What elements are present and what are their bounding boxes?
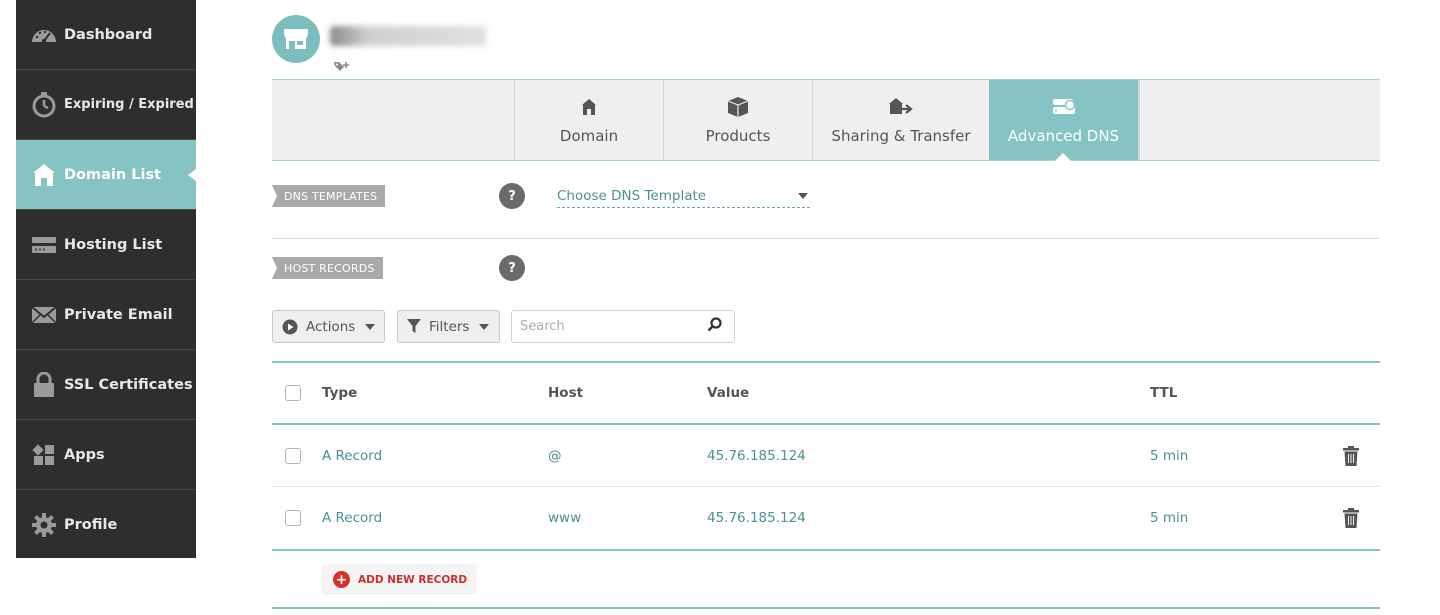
search-icon[interactable] (707, 317, 722, 336)
host-records-label: HOST RECORDS (272, 257, 383, 279)
tab-advanced-dns[interactable]: Advanced DNS (989, 80, 1138, 161)
section-divider (272, 238, 1380, 239)
tab-products[interactable]: Products (663, 80, 812, 160)
sidebar-item-profile[interactable]: Profile (16, 490, 196, 560)
actions-label: Actions (306, 318, 356, 335)
tag-add-icon[interactable] (333, 58, 351, 77)
tab-label: Sharing & Transfer (831, 127, 971, 145)
share-transfer-icon (888, 95, 914, 119)
dns-templates-label: DNS TEMPLATES (272, 185, 386, 207)
sidebar-item-label: SSL Certificates (64, 376, 193, 393)
sidebar-item-private-email[interactable]: Private Email (16, 280, 196, 350)
domain-name-redacted (330, 26, 486, 46)
host-records-help-icon[interactable]: ? (499, 255, 525, 281)
chevron-down-icon (798, 193, 808, 199)
plus-circle-icon: + (333, 571, 350, 588)
dns-template-value: Choose DNS Template (557, 188, 707, 204)
row-checkbox[interactable] (285, 510, 301, 526)
home-icon (30, 161, 58, 189)
dns-template-select[interactable]: Choose DNS Template (557, 185, 810, 208)
sidebar-item-label: Domain List (64, 166, 162, 183)
filters-label: Filters (429, 318, 470, 335)
table-footer-border (272, 607, 1380, 609)
chevron-down-icon (479, 323, 490, 330)
sidebar-item-label: Profile (64, 517, 118, 533)
filters-button[interactable]: Filters (397, 310, 500, 343)
tab-label: Products (705, 127, 771, 145)
add-new-record-button[interactable]: + ADD NEW RECORD (322, 564, 478, 595)
record-host[interactable]: www (548, 510, 581, 526)
host-records-table: Type Host Value TTL A Record @ 45.76.185… (272, 361, 1380, 609)
sidebar-item-label: Hosting List (64, 236, 163, 253)
sidebar-item-label: Expiring / Expired (64, 97, 194, 112)
sidebar-item-apps[interactable]: Apps (16, 420, 196, 490)
trash-icon[interactable] (1343, 445, 1359, 466)
table-row[interactable]: A Record www 45.76.185.124 5 min (272, 487, 1380, 549)
record-ttl[interactable]: 5 min (1150, 448, 1188, 464)
gear-icon (30, 511, 58, 539)
lock-icon (30, 371, 58, 399)
record-type[interactable]: A Record (322, 510, 382, 526)
sidebar-item-hosting-list[interactable]: Hosting List (16, 210, 196, 280)
envelope-icon (30, 301, 58, 329)
sidebar-item-label: Dashboard (64, 26, 153, 43)
trash-icon[interactable] (1343, 508, 1359, 528)
table-header-row: Type Host Value TTL (272, 363, 1380, 423)
tab-label: Domain (559, 127, 619, 145)
search-box (511, 310, 735, 343)
record-value[interactable]: 45.76.185.124 (707, 448, 806, 464)
tab-divider (1138, 80, 1140, 160)
search-input[interactable] (520, 319, 690, 334)
box-icon (727, 95, 749, 119)
table-row[interactable]: A Record @ 45.76.185.124 5 min (272, 425, 1380, 487)
filter-icon (407, 319, 421, 334)
sidebar-item-dashboard[interactable]: Dashboard (16, 0, 196, 70)
tab-domain[interactable]: Domain (514, 80, 663, 160)
record-type[interactable]: A Record (322, 448, 382, 464)
store-icon (272, 15, 320, 63)
stopwatch-icon (30, 91, 58, 119)
record-value[interactable]: 45.76.185.124 (707, 510, 806, 526)
tab-bar: Domain Products Sharing & Transfer Advan… (272, 79, 1380, 161)
play-circle-icon (282, 319, 298, 335)
chevron-down-icon (365, 323, 376, 330)
column-header-ttl[interactable]: TTL (1150, 385, 1177, 401)
sidebar-item-label: Private Email (64, 306, 173, 323)
dns-icon (1051, 95, 1077, 119)
speedometer-icon (30, 21, 58, 49)
column-header-type[interactable]: Type (322, 385, 357, 401)
sidebar-item-domain-list[interactable]: Domain List (16, 140, 196, 210)
add-new-record-label: ADD NEW RECORD (358, 573, 468, 586)
tab-label: Advanced DNS (1007, 127, 1120, 145)
sidebar-item-label: Apps (64, 446, 105, 463)
sidebar-item-expiring[interactable]: Expiring / Expired (16, 70, 196, 140)
sidebar-item-ssl-certificates[interactable]: SSL Certificates (16, 350, 196, 420)
sidebar: Dashboard Expiring / Expired Domain List… (16, 0, 196, 558)
dns-templates-help-icon[interactable]: ? (499, 183, 525, 209)
row-checkbox[interactable] (285, 447, 301, 464)
record-ttl[interactable]: 5 min (1150, 510, 1188, 526)
select-all-checkbox[interactable] (285, 385, 301, 401)
home-icon (581, 95, 597, 119)
apps-icon (30, 441, 58, 469)
column-header-host[interactable]: Host (548, 385, 583, 401)
add-record-area: + ADD NEW RECORD (272, 551, 1380, 607)
column-header-value[interactable]: Value (707, 385, 749, 401)
record-host[interactable]: @ (548, 448, 562, 464)
actions-button[interactable]: Actions (272, 310, 385, 343)
tab-sharing-transfer[interactable]: Sharing & Transfer (812, 80, 989, 160)
server-icon (30, 231, 58, 259)
